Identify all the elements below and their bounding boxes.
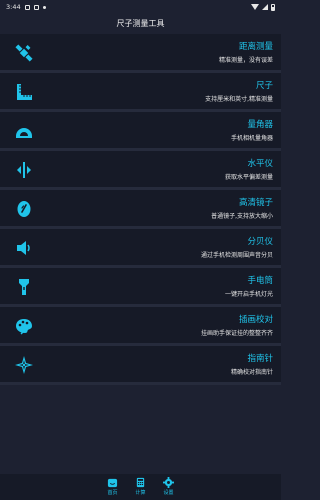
notification-icon: [33, 4, 39, 10]
compass-icon: [12, 354, 36, 376]
level-icon: [12, 159, 36, 181]
tool-item-picture-align[interactable]: 插画校对 挂画助手保证挂的整整齐齐: [0, 307, 281, 346]
tool-item-distance[interactable]: 距离测量 精准测量，没有误差: [0, 34, 281, 73]
ruler-satellite-icon: [12, 42, 36, 64]
nav-home[interactable]: 首页: [103, 477, 123, 500]
item-title: 手电筒: [247, 276, 273, 286]
tool-item-flashlight[interactable]: 手电筒 一键开启手机灯光: [0, 268, 281, 307]
item-title: 指南针: [247, 354, 273, 364]
item-title: 高清镜子: [238, 198, 273, 208]
protractor-icon: [12, 120, 36, 142]
nav-label: 首页: [107, 490, 118, 496]
speaker-icon: [12, 237, 36, 259]
status-time: 3:44: [6, 3, 21, 11]
tool-item-mirror[interactable]: 高清镜子 普通镜子,支持放大缩小: [0, 190, 281, 229]
item-desc: 支持厘米和英寸,精准测量: [205, 96, 273, 103]
item-desc: 精确校对指南针: [230, 369, 273, 376]
item-desc: 挂画助手保证挂的整整齐齐: [200, 330, 273, 337]
nav-label: 设置: [163, 490, 174, 496]
item-desc: 一键开启手机灯光: [224, 291, 273, 298]
item-title: 量角器: [247, 120, 273, 130]
item-desc: 普通镜子,支持放大缩小: [211, 213, 273, 220]
item-desc: 通过手机检测周围声音分贝: [200, 252, 273, 259]
page-title: 尺子测量工具: [116, 19, 165, 28]
tool-item-ruler[interactable]: 尺子 支持厘米和英寸,精准测量: [0, 73, 281, 112]
item-title: 水平仪: [247, 159, 273, 169]
item-title: 尺子: [255, 81, 273, 91]
status-bar: 3:44: [0, 0, 281, 14]
nav-calculator[interactable]: 计算: [131, 477, 151, 500]
item-title: 插画校对: [238, 315, 273, 325]
item-title: 分贝仪: [247, 237, 273, 247]
tool-item-compass[interactable]: 指南针 精确校对指南针: [0, 346, 281, 385]
wifi-icon: [251, 4, 259, 10]
tool-item-protractor[interactable]: 量角器 手机相机量角器: [0, 112, 281, 151]
palette-icon: [12, 315, 36, 337]
item-desc: 获取水平偏差测量: [224, 174, 273, 181]
calculator-icon: [136, 477, 145, 488]
notification-icon: [24, 4, 30, 10]
status-right: [251, 3, 275, 11]
signal-icon: [262, 4, 268, 10]
item-desc: 手机相机量角器: [230, 135, 273, 142]
nav-settings[interactable]: 设置: [159, 477, 179, 500]
dot-icon: [42, 5, 46, 9]
ruler-icon: [12, 81, 36, 103]
home-icon: [107, 478, 118, 488]
item-desc: 精准测量，没有误差: [218, 57, 273, 64]
gear-icon: [163, 477, 174, 488]
tool-list: 距离测量 精准测量，没有误差 尺子 支持厘米和英寸,精准测量 量角器 手机相机量…: [0, 34, 281, 385]
magnifier-icon: [12, 198, 36, 220]
flashlight-icon: [12, 276, 36, 298]
battery-icon: [271, 3, 275, 11]
status-left: 3:44: [6, 3, 46, 11]
bottom-nav: 首页 计算 设置: [0, 474, 281, 500]
item-title: 距离测量: [238, 42, 273, 52]
tool-item-decibel[interactable]: 分贝仪 通过手机检测周围声音分贝: [0, 229, 281, 268]
tool-item-level[interactable]: 水平仪 获取水平偏差测量: [0, 151, 281, 190]
nav-label: 计算: [135, 490, 146, 496]
